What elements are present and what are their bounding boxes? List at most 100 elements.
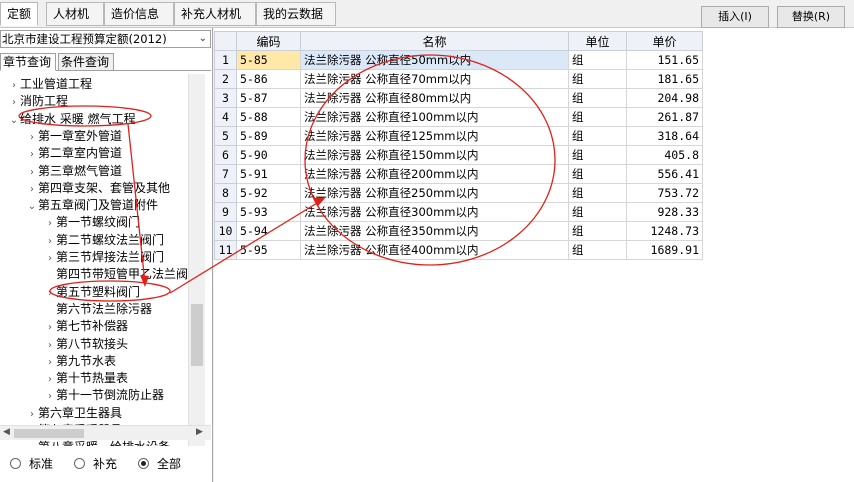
tree-vertical-scrollbar[interactable] — [188, 74, 205, 452]
price-cell[interactable]: 556.41 — [626, 164, 703, 184]
table-row[interactable]: 3 5-87 法兰除污器 公称直径80mm以内组 204.98 — [214, 88, 703, 108]
code-cell[interactable]: 5-87 — [236, 88, 301, 108]
row-number-cell[interactable]: 8 — [214, 183, 237, 203]
code-cell[interactable]: 5-90 — [236, 145, 301, 165]
tree-node[interactable]: › 第三节焊接法兰阀门 — [44, 249, 164, 265]
code-cell[interactable]: 5-95 — [236, 240, 301, 260]
radio-standard[interactable]: 标准 — [10, 455, 53, 472]
tree-node[interactable]: › 第二节螺纹法兰阀门 — [44, 232, 164, 248]
expand-icon[interactable]: › — [44, 320, 56, 336]
scroll-right-icon[interactable]: ▶ — [196, 427, 203, 437]
table-row[interactable]: 7 5-91 法兰除污器 公称直径200mm以内组 556.41 — [214, 164, 703, 184]
unit-cell[interactable]: 组 — [568, 164, 627, 184]
expand-icon[interactable]: › — [44, 251, 56, 267]
tab-dinge[interactable]: 定额 — [0, 2, 38, 26]
expand-icon[interactable]: › — [8, 95, 20, 111]
radio-all[interactable]: 全部 — [138, 455, 181, 472]
price-cell[interactable]: 1689.91 — [626, 240, 703, 260]
tree-node[interactable]: › 第四章支架、套管及其他 — [26, 180, 170, 196]
insert-button[interactable]: 插入(I) — [701, 6, 769, 28]
expand-icon[interactable]: › — [8, 78, 20, 94]
table-row[interactable]: 11 5-95 法兰除污器 公称直径400mm以内组 1689.91 — [214, 240, 703, 260]
collapse-icon[interactable]: ⌄ — [8, 113, 20, 129]
expand-icon[interactable]: › — [44, 389, 56, 405]
name-cell[interactable]: 法兰除污器 公称直径125mm以内 — [300, 126, 569, 146]
tree-node[interactable]: › 第一节螺纹阀门 — [44, 214, 140, 230]
tree-node[interactable]: › 第九节水表 — [44, 353, 116, 369]
code-cell[interactable]: 5-88 — [236, 107, 301, 127]
row-number-cell[interactable]: 11 — [214, 240, 237, 260]
price-cell[interactable]: 204.98 — [626, 88, 703, 108]
row-number-cell[interactable]: 7 — [214, 164, 237, 184]
scroll-left-icon[interactable]: ◀ — [3, 427, 10, 437]
name-cell[interactable]: 法兰除污器 公称直径50mm以内 — [300, 50, 569, 70]
tab-supplement-rencaiji[interactable]: 补充人材机 — [174, 2, 256, 26]
tree-node[interactable]: › 消防工程 — [8, 93, 68, 109]
library-select[interactable]: 北京市建设工程预算定额(2012) ⌄ — [0, 30, 211, 48]
tree-node[interactable]: › 第七节补偿器 — [44, 318, 128, 334]
unit-cell[interactable]: 组 — [568, 107, 627, 127]
table-row[interactable]: 6 5-90 法兰除污器 公称直径150mm以内组 405.8 — [214, 145, 703, 165]
price-cell[interactable]: 405.8 — [626, 145, 703, 165]
table-row[interactable]: 4 5-88 法兰除污器 公称直径100mm以内组 261.87 — [214, 107, 703, 127]
tab-condition-query[interactable]: 条件查询 — [58, 53, 114, 71]
expand-icon[interactable]: › — [26, 165, 38, 181]
tree-node[interactable]: › 第十一节倒流防止器 — [44, 387, 164, 403]
row-number-cell[interactable]: 5 — [214, 126, 237, 146]
code-cell[interactable]: 5-89 — [236, 126, 301, 146]
expand-icon[interactable]: › — [44, 234, 56, 250]
collapse-icon[interactable]: ⌄ — [26, 199, 38, 215]
price-cell[interactable]: 318.64 — [626, 126, 703, 146]
row-number-cell[interactable]: 3 — [214, 88, 237, 108]
column-header-code[interactable]: 编码 — [236, 31, 301, 51]
tree-node[interactable]: › 第一章室外管道 — [26, 128, 122, 144]
name-cell[interactable]: 法兰除污器 公称直径80mm以内 — [300, 88, 569, 108]
expand-icon[interactable]: › — [44, 338, 56, 354]
row-number-cell[interactable]: 9 — [214, 202, 237, 222]
name-cell[interactable]: 法兰除污器 公称直径150mm以内 — [300, 145, 569, 165]
row-number-cell[interactable]: 1 — [214, 50, 237, 70]
unit-cell[interactable]: 组 — [568, 202, 627, 222]
price-cell[interactable]: 928.33 — [626, 202, 703, 222]
column-header-unit[interactable]: 单位 — [568, 31, 627, 51]
row-number-cell[interactable]: 10 — [214, 221, 237, 241]
tree-node[interactable]: › 第八节软接头 — [44, 336, 128, 352]
unit-cell[interactable]: 组 — [568, 145, 627, 165]
tree-horizontal-scrollbar[interactable]: ◀ ▶ — [0, 425, 211, 440]
unit-cell[interactable]: 组 — [568, 126, 627, 146]
price-cell[interactable]: 753.72 — [626, 183, 703, 203]
unit-cell[interactable]: 组 — [568, 88, 627, 108]
row-number-cell[interactable]: 2 — [214, 69, 237, 89]
scroll-thumb[interactable] — [14, 429, 84, 438]
name-cell[interactable]: 法兰除污器 公称直径100mm以内 — [300, 107, 569, 127]
tab-chapter-query[interactable]: 章节查询 — [0, 53, 56, 71]
unit-cell[interactable]: 组 — [568, 69, 627, 89]
tree-node[interactable]: 第四节带短管甲乙法兰阀 — [44, 266, 188, 282]
table-row[interactable]: 9 5-93 法兰除污器 公称直径300mm以内组 928.33 — [214, 202, 703, 222]
column-header-price[interactable]: 单价 — [626, 31, 703, 51]
price-cell[interactable]: 1248.73 — [626, 221, 703, 241]
tab-cloud-data[interactable]: 我的云数据 — [256, 2, 336, 26]
tab-rencaiji[interactable]: 人材机 — [46, 2, 104, 26]
radio-supplement[interactable]: 补充 — [74, 455, 117, 472]
tree-node[interactable]: › 第二章室内管道 — [26, 145, 122, 161]
expand-icon[interactable]: › — [44, 355, 56, 371]
price-cell[interactable]: 261.87 — [626, 107, 703, 127]
row-number-cell[interactable]: 6 — [214, 145, 237, 165]
table-row[interactable]: 8 5-92 法兰除污器 公称直径250mm以内组 753.72 — [214, 183, 703, 203]
table-row[interactable]: 1 5-85 法兰除污器 公称直径50mm以内组 151.65 — [214, 50, 703, 70]
code-cell[interactable]: 5-92 — [236, 183, 301, 203]
unit-cell[interactable]: 组 — [568, 221, 627, 241]
code-cell[interactable]: 5-94 — [236, 221, 301, 241]
expand-icon[interactable]: › — [44, 216, 56, 232]
table-row[interactable]: 5 5-89 法兰除污器 公称直径125mm以内组 318.64 — [214, 126, 703, 146]
tab-zaojia-info[interactable]: 造价信息 — [104, 2, 174, 26]
name-cell[interactable]: 法兰除污器 公称直径70mm以内 — [300, 69, 569, 89]
tree-node[interactable]: 第六节法兰除污器 — [44, 301, 152, 317]
price-cell[interactable]: 151.65 — [626, 50, 703, 70]
name-cell[interactable]: 法兰除污器 公称直径400mm以内 — [300, 240, 569, 260]
code-cell[interactable]: 5-86 — [236, 69, 301, 89]
unit-cell[interactable]: 组 — [568, 50, 627, 70]
name-cell[interactable]: 法兰除污器 公称直径200mm以内 — [300, 164, 569, 184]
tree-node[interactable]: ⌄ 给排水 采暖 燃气工程 — [8, 111, 136, 127]
